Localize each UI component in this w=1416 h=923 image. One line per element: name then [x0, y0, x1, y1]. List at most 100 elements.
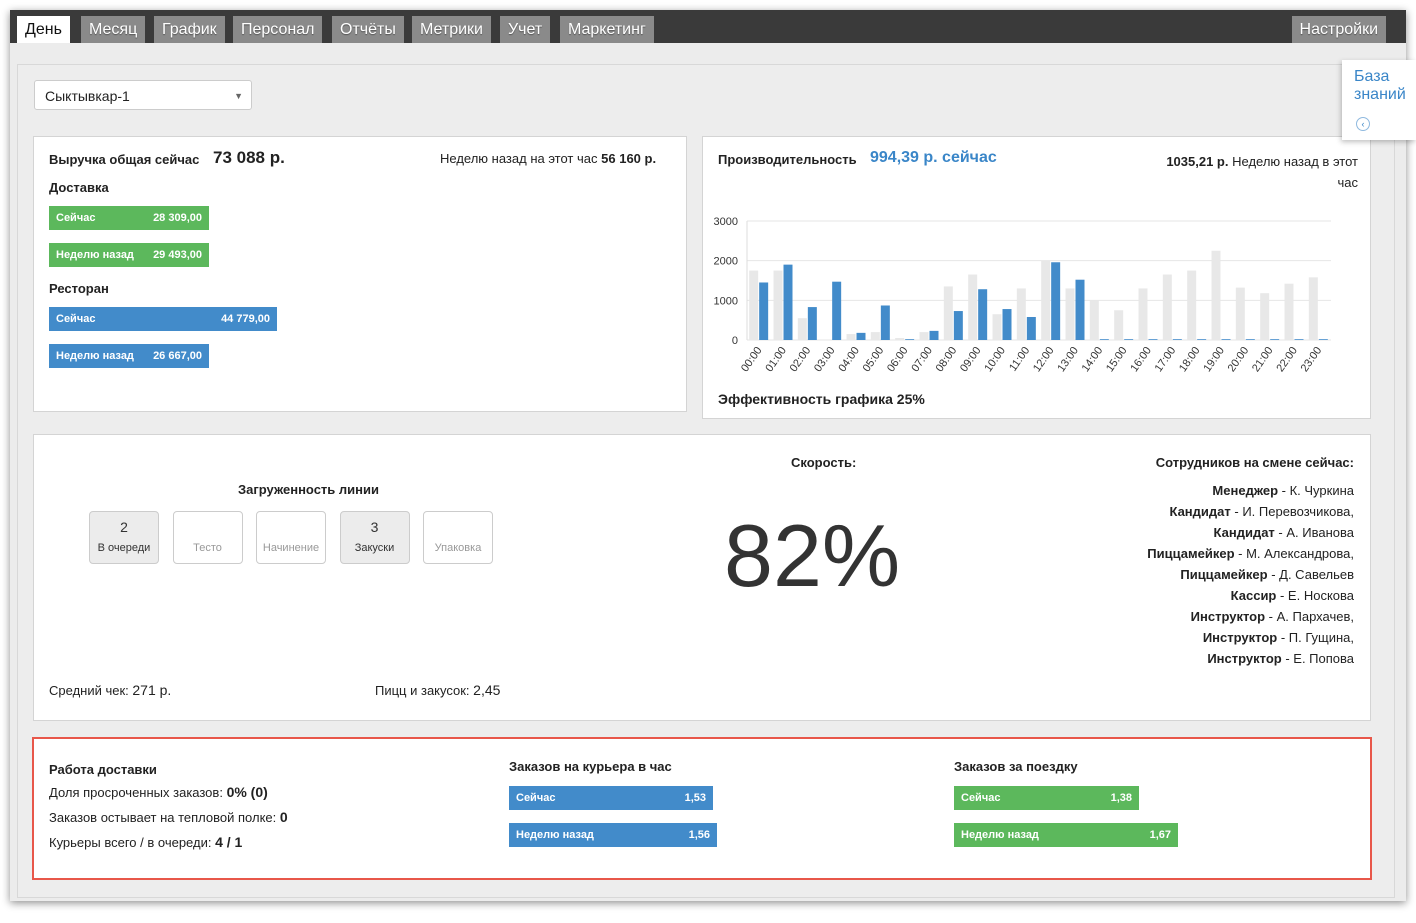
operations-panel: Загруженность линии 2 В очереди Тесто Начин…: [33, 434, 1371, 721]
revenue-bar-3: Неделю назад 26 667,00: [49, 344, 209, 368]
chart-x-tick: 23:00: [1299, 345, 1325, 374]
chart-x-tick: 06:00: [885, 345, 911, 374]
staff-role: Кассир: [1230, 588, 1277, 603]
revenue-week-ago-value: 56 160 р.: [601, 151, 657, 166]
staff-role: Кандидат: [1169, 504, 1231, 519]
chart-bar: [929, 330, 939, 340]
store-select[interactable]: Сыктывкар-1 ▼: [34, 80, 252, 110]
overdue-orders: Доля просроченных заказов: 0% (0): [49, 784, 268, 800]
chevron-left-icon[interactable]: ‹: [1356, 117, 1370, 131]
station-label: Закуски: [354, 542, 395, 554]
chart-bar: [1221, 339, 1231, 340]
station-label: Упаковка: [434, 542, 482, 554]
tab-month[interactable]: Месяц: [81, 16, 146, 43]
revenue-bar-1-label: Неделю назад: [56, 249, 134, 261]
chart-x-tick: 13:00: [1055, 345, 1081, 374]
revenue-week-ago: Неделю назад на этот час 56 160 р.: [440, 151, 656, 166]
cooling-value: 0: [279, 809, 288, 825]
per-trip-bar-0-value: 1,38: [1110, 792, 1132, 804]
chart-bar: [856, 332, 866, 340]
staff-member: Пиццамейкер - М. Александрова,: [1147, 546, 1354, 561]
productivity-week-ago-value: 1035,21 р.: [1166, 154, 1229, 169]
chart-bar: [773, 270, 783, 340]
staff-name: - Д. Савельев: [1267, 567, 1354, 582]
tab-day[interactable]: День: [17, 16, 70, 43]
station-label: Начинение: [262, 542, 320, 554]
chart-bar: [1294, 339, 1304, 340]
chart-x-tick: 07:00: [909, 345, 935, 374]
chart-bar: [749, 270, 759, 340]
station-0: 2 В очереди: [89, 511, 159, 564]
chart-y-tick: 2000: [714, 256, 738, 268]
tab-metrics[interactable]: Метрики: [412, 16, 491, 43]
revenue-total: 73 088 р.: [213, 148, 285, 167]
chart-bar: [783, 264, 793, 340]
chart-x-tick: 03:00: [812, 345, 838, 374]
revenue-bar-2-value: 44 779,00: [221, 313, 270, 325]
tab-staff[interactable]: Персонал: [233, 16, 323, 43]
chart-bar: [1172, 339, 1182, 340]
chart-x-tick: 11:00: [1007, 345, 1032, 374]
chart-bar: [797, 318, 807, 340]
chart-y-tick: 1000: [714, 295, 738, 307]
chart-bar: [1308, 277, 1318, 340]
chart-x-tick: 17:00: [1153, 345, 1179, 374]
staff-role: Инструктор: [1190, 609, 1266, 624]
chart-bar: [1235, 287, 1245, 340]
per-courier-bar-0-label: Сейчас: [516, 792, 556, 804]
revenue-bar-1-value: 29 493,00: [153, 249, 202, 261]
revenue-title: Выручка общая сейчас: [49, 152, 200, 167]
revenue-bar-2: Сейчас 44 779,00: [49, 307, 277, 331]
revenue-panel: Выручка общая сейчас 73 088 р. Неделю на…: [33, 136, 687, 412]
station-4: Упаковка: [423, 511, 493, 564]
couriers-value: 4 / 1: [215, 834, 243, 850]
tab-accounting[interactable]: Учет: [500, 16, 551, 43]
delivery-label: Доставка: [49, 180, 109, 195]
per-trip-bar-1-label: Неделю назад: [961, 829, 1039, 841]
tab-schedule[interactable]: График: [154, 16, 225, 43]
chart-x-tick: 01:00: [763, 345, 789, 374]
chart-bar: [919, 332, 929, 340]
cooling-orders: Заказов остывает на тепловой полке: 0: [49, 809, 288, 825]
staff-name: - К. Чуркина: [1278, 483, 1354, 498]
per-trip-bar-0-label: Сейчас: [961, 792, 1001, 804]
per-courier-bar-1: Неделю назад 1,56: [509, 823, 717, 847]
staff-role: Инструктор: [1207, 651, 1282, 666]
chart-bar: [846, 334, 856, 340]
delivery-title: Работа доставки: [49, 762, 157, 777]
tab-reports[interactable]: Отчёты: [332, 16, 404, 43]
staff-name: - А. Иванова: [1274, 525, 1354, 540]
knowledge-base-popup[interactable]: База знаний ‹: [1342, 60, 1416, 140]
app-window: День Месяц График Персонал Отчёты Метрик…: [10, 10, 1416, 901]
staff-member: Кандидат - А. Иванова: [1214, 525, 1354, 540]
staff-role: Пиццамейкер: [1147, 546, 1235, 561]
chart-bar: [953, 311, 963, 340]
revenue-bar-3-value: 26 667,00: [153, 350, 202, 362]
staff-member: Пиццамейкер - Д. Савельев: [1180, 567, 1354, 582]
chart-x-tick: 15:00: [1104, 345, 1130, 374]
chart-x-tick: 20:00: [1226, 345, 1252, 374]
productivity-week-ago: 1035,21 р. Неделю назад в этот час: [1166, 151, 1358, 193]
per-trip-title: Заказов за поездку: [954, 759, 1078, 774]
staff-member: Менеджер - К. Чуркина: [1212, 483, 1354, 498]
staff-member: Кандидат - И. Перевозчикова,: [1169, 504, 1354, 519]
staff-name: - М. Александрова,: [1234, 546, 1354, 561]
per-courier-bar-0-value: 1,53: [684, 792, 706, 804]
per-trip-bar-0: Сейчас 1,38: [954, 786, 1139, 810]
knowledge-base-link[interactable]: База знаний: [1354, 68, 1410, 104]
staff-name: - Е. Попова: [1281, 651, 1354, 666]
chart-bar: [1099, 339, 1109, 340]
chart-bar: [978, 289, 988, 340]
chart-x-tick: 09:00: [958, 345, 984, 374]
chevron-down-icon: ▼: [234, 91, 243, 101]
chart-bar: [880, 305, 890, 340]
productivity-value: 994,39 р. сейчас: [870, 149, 997, 166]
restaurant-label: Ресторан: [49, 281, 109, 296]
chart-bar: [1318, 339, 1328, 340]
chart-x-tick: 10:00: [982, 345, 1008, 374]
settings-button[interactable]: Настройки: [1291, 16, 1386, 43]
chart-bar: [1197, 339, 1207, 340]
staff-role: Инструктор: [1202, 630, 1278, 645]
tab-marketing[interactable]: Маркетинг: [560, 16, 654, 43]
chart-bar: [1148, 339, 1158, 340]
